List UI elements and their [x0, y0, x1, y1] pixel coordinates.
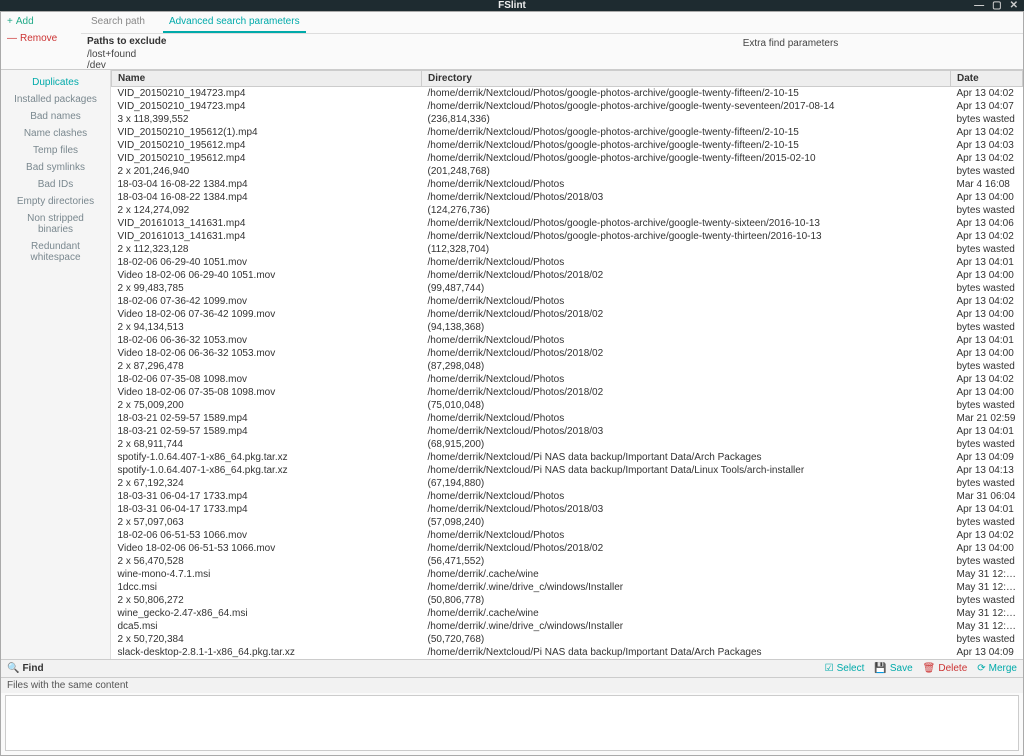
- table-row[interactable]: Video 18-02-06 06-29-40 1051.mov/home/de…: [112, 269, 1023, 282]
- table-row[interactable]: VID_20161013_141631.mp4/home/derrik/Next…: [112, 217, 1023, 230]
- col-date[interactable]: Date: [951, 71, 1023, 87]
- table-row[interactable]: 18-03-31 06-04-17 1733.mp4/home/derrik/N…: [112, 490, 1023, 503]
- sidebar-item-empty-directories[interactable]: Empty directories: [1, 193, 110, 210]
- table-row[interactable]: wine-mono-4.7.1.msi/home/derrik/.cache/w…: [112, 568, 1023, 581]
- table-row[interactable]: 18-02-06 07-36-42 1099.mov/home/derrik/N…: [112, 295, 1023, 308]
- table-row[interactable]: 2 x 67,192,324(67,194,880)bytes wasted: [112, 477, 1023, 490]
- sidebar-item-non-stripped-binaries[interactable]: Non stripped binaries: [1, 210, 110, 238]
- maximize-icon[interactable]: ▢: [992, 0, 1001, 11]
- table-row[interactable]: 2 x 57,097,063(57,098,240)bytes wasted: [112, 516, 1023, 529]
- output-pane[interactable]: [5, 695, 1019, 751]
- table-row[interactable]: VID_20150210_195612(1).mp4/home/derrik/N…: [112, 126, 1023, 139]
- table-row[interactable]: spotify-1.0.64.407-1-x86_64.pkg.tar.xz/h…: [112, 451, 1023, 464]
- sidebar-item-name-clashes[interactable]: Name clashes: [1, 125, 110, 142]
- table-row[interactable]: dca5.msi/home/derrik/.wine/drive_c/windo…: [112, 620, 1023, 633]
- exclude-path[interactable]: /lost+found: [87, 49, 552, 60]
- tab-search-path[interactable]: Search path: [85, 14, 151, 33]
- table-row[interactable]: spotify-1.0.64.407-1-x86_64.pkg.tar.xz/h…: [112, 464, 1023, 477]
- table-row[interactable]: 18-03-04 16-08-22 1384.mp4/home/derrik/N…: [112, 191, 1023, 204]
- table-row[interactable]: VID_20150210_194723.mp4/home/derrik/Next…: [112, 87, 1023, 101]
- table-row[interactable]: Video 18-02-06 07-35-08 1098.mov/home/de…: [112, 386, 1023, 399]
- sidebar-item-redundant-whitespace[interactable]: Redundant whitespace: [1, 238, 110, 266]
- table-row[interactable]: 2 x 75,009,200(75,010,048)bytes wasted: [112, 399, 1023, 412]
- col-name[interactable]: Name: [112, 71, 422, 87]
- remove-button[interactable]: — Remove: [7, 33, 57, 44]
- table-row[interactable]: 18-03-31 06-04-17 1733.mp4/home/derrik/N…: [112, 503, 1023, 516]
- sidebar-item-bad-names[interactable]: Bad names: [1, 108, 110, 125]
- close-icon[interactable]: ✕: [1010, 0, 1018, 11]
- sidebar-item-bad-ids[interactable]: Bad IDs: [1, 176, 110, 193]
- table-row[interactable]: 3 x 118,399,552(236,814,336)bytes wasted: [112, 113, 1023, 126]
- table-row[interactable]: 18-02-06 06-51-53 1066.mov/home/derrik/N…: [112, 529, 1023, 542]
- table-row[interactable]: Video 18-02-06 07-36-42 1099.mov/home/de…: [112, 308, 1023, 321]
- results-table[interactable]: Name Directory Date VID_20150210_194723.…: [111, 70, 1023, 659]
- table-row[interactable]: 18-03-21 02-59-57 1589.mp4/home/derrik/N…: [112, 425, 1023, 438]
- table-row[interactable]: 2 x 68,911,744(68,915,200)bytes wasted: [112, 438, 1023, 451]
- sidebar: DuplicatesInstalled packagesBad namesNam…: [1, 70, 111, 659]
- select-button[interactable]: ☑ Select: [825, 663, 865, 674]
- paths-exclude-header: Paths to exclude: [87, 36, 552, 47]
- table-row[interactable]: 2 x 201,246,940(201,248,768)bytes wasted: [112, 165, 1023, 178]
- table-row[interactable]: 18-02-06 07-35-08 1098.mov/home/derrik/N…: [112, 373, 1023, 386]
- titlebar: FSlint — ▢ ✕: [0, 0, 1024, 11]
- table-row[interactable]: slack-desktop-2.8.1-1-x86_64.pkg.tar.xz/…: [112, 646, 1023, 659]
- table-row[interactable]: 2 x 94,134,513(94,138,368)bytes wasted: [112, 321, 1023, 334]
- table-row[interactable]: 2 x 99,483,785(99,487,744)bytes wasted: [112, 282, 1023, 295]
- table-row[interactable]: VID_20150210_195612.mp4/home/derrik/Next…: [112, 152, 1023, 165]
- table-row[interactable]: Video 18-02-06 06-36-32 1053.mov/home/de…: [112, 347, 1023, 360]
- table-row[interactable]: 18-03-04 16-08-22 1384.mp4/home/derrik/N…: [112, 178, 1023, 191]
- table-row[interactable]: VID_20150210_195612.mp4/home/derrik/Next…: [112, 139, 1023, 152]
- table-row[interactable]: 2 x 50,720,384(50,720,768)bytes wasted: [112, 633, 1023, 646]
- minimize-icon[interactable]: —: [974, 0, 984, 11]
- table-row[interactable]: 2 x 124,274,092(124,276,736)bytes wasted: [112, 204, 1023, 217]
- sidebar-item-bad-symlinks[interactable]: Bad symlinks: [1, 159, 110, 176]
- merge-button[interactable]: ⟳ Merge: [977, 663, 1017, 674]
- tab-advanced[interactable]: Advanced search parameters: [163, 14, 306, 33]
- table-row[interactable]: 2 x 50,806,272(50,806,778)bytes wasted: [112, 594, 1023, 607]
- col-directory[interactable]: Directory: [422, 71, 951, 87]
- table-row[interactable]: Video 18-02-06 06-51-53 1066.mov/home/de…: [112, 542, 1023, 555]
- table-row[interactable]: 2 x 112,323,128(112,328,704)bytes wasted: [112, 243, 1023, 256]
- merge-icon: ⟳: [977, 663, 985, 674]
- table-row[interactable]: 2 x 56,470,528(56,471,552)bytes wasted: [112, 555, 1023, 568]
- status-text: Files with the same content: [1, 677, 1023, 693]
- search-icon: 🔍: [7, 663, 19, 674]
- add-button[interactable]: + Add: [7, 16, 34, 27]
- save-icon: 💾: [874, 663, 886, 674]
- table-row[interactable]: 18-03-21 02-59-57 1589.mp4/home/derrik/N…: [112, 412, 1023, 425]
- save-button[interactable]: 💾 Save: [874, 663, 912, 674]
- table-row[interactable]: 1dcc.msi/home/derrik/.wine/drive_c/windo…: [112, 581, 1023, 594]
- minus-icon: —: [7, 33, 17, 44]
- sidebar-item-duplicates[interactable]: Duplicates: [1, 74, 110, 91]
- table-row[interactable]: wine_gecko-2.47-x86_64.msi/home/derrik/.…: [112, 607, 1023, 620]
- app-title: FSlint: [498, 0, 526, 11]
- delete-icon: 🗑: [923, 663, 936, 674]
- plus-icon: +: [7, 16, 13, 27]
- delete-button[interactable]: 🗑 Delete: [923, 663, 968, 674]
- sidebar-item-temp-files[interactable]: Temp files: [1, 142, 110, 159]
- table-row[interactable]: 18-02-06 06-29-40 1051.mov/home/derrik/N…: [112, 256, 1023, 269]
- table-row[interactable]: VID_20150210_194723.mp4/home/derrik/Next…: [112, 100, 1023, 113]
- find-button[interactable]: 🔍 Find: [7, 663, 44, 674]
- table-row[interactable]: VID_20161013_141631.mp4/home/derrik/Next…: [112, 230, 1023, 243]
- sidebar-item-installed-packages[interactable]: Installed packages: [1, 91, 110, 108]
- table-row[interactable]: 2 x 87,296,478(87,298,048)bytes wasted: [112, 360, 1023, 373]
- table-row[interactable]: 18-02-06 06-36-32 1053.mov/home/derrik/N…: [112, 334, 1023, 347]
- select-icon: ☑: [825, 663, 834, 674]
